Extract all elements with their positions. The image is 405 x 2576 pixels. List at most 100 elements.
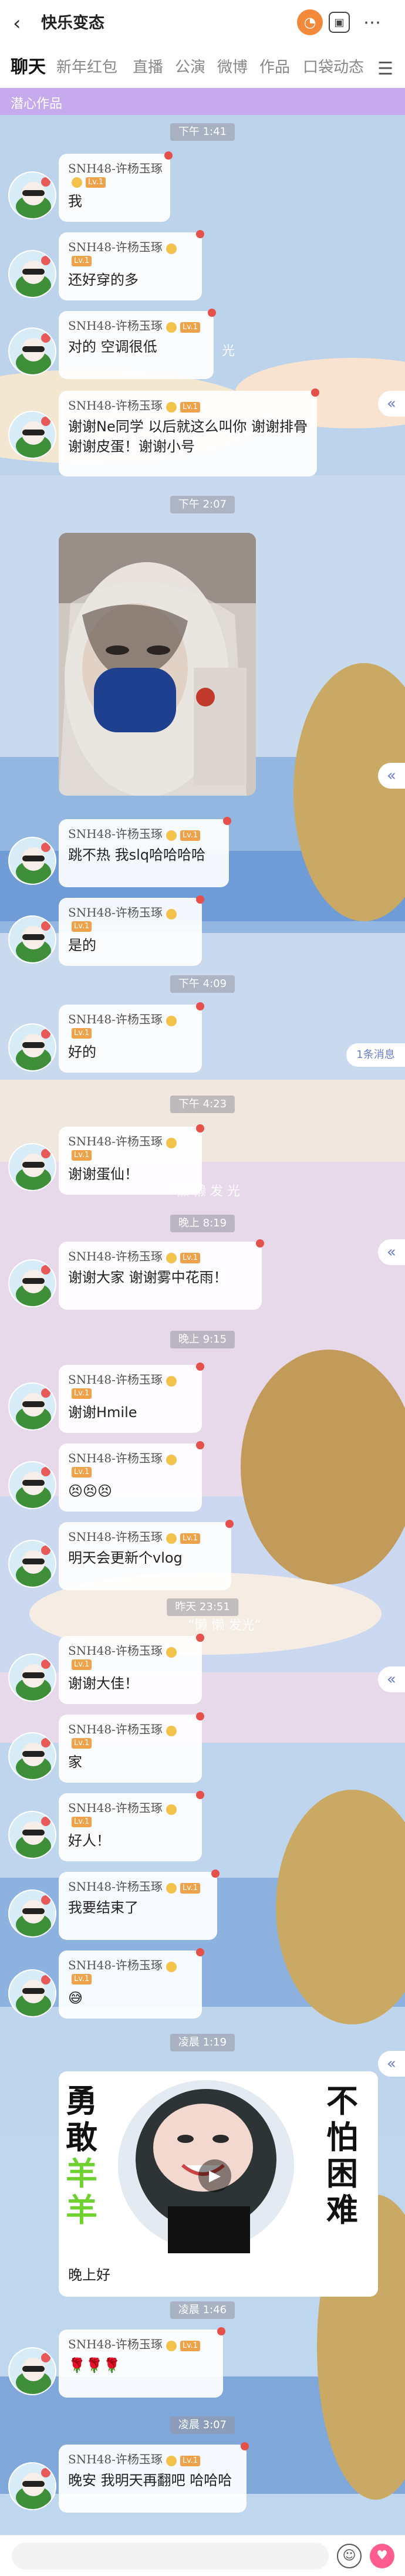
- chat-bubble[interactable]: SNH48-许杨玉琢Lv.1 还好穿的多: [59, 232, 202, 300]
- sender-name: SNH48-许杨玉琢: [68, 1451, 163, 1465]
- crown-badge-icon: [166, 1647, 177, 1658]
- more-icon[interactable]: ⋯: [359, 9, 385, 35]
- deco-text: “懒 懒 发光”: [188, 1618, 261, 1633]
- level-badge: Lv.1: [180, 830, 201, 841]
- crown-badge-icon: [166, 1454, 177, 1465]
- avatar[interactable]: [8, 1143, 56, 1191]
- side-collapse-button[interactable]: «: [378, 391, 405, 417]
- chat-bubble[interactable]: SNH48-许杨玉琢Lv.1 好的: [59, 1005, 202, 1073]
- pie-badge-icon[interactable]: ◔: [297, 9, 323, 35]
- new-message-indicator[interactable]: 1条消息: [346, 1043, 405, 1067]
- sticker-message[interactable]: 勇 敢 羊 羊 ▶ 不 怕 困 难 晚上好: [59, 2071, 378, 2297]
- room-title: 快乐变态: [41, 14, 104, 32]
- chat-bubble[interactable]: SNH48-许杨玉琢 Lv.1 谢谢蛋仙！: [59, 1127, 202, 1195]
- chat-bubble[interactable]: SNH48-许杨玉琢 Lv.1 跳不热 我slq哈哈哈哈: [59, 819, 229, 887]
- video-icon[interactable]: ▶: [198, 2159, 231, 2192]
- chat-bubble[interactable]: SNH48-许杨玉琢 Lv.1 明天会更新个vlog: [59, 1522, 231, 1590]
- side-collapse-button[interactable]: «: [378, 2051, 405, 2077]
- avatar[interactable]: [8, 837, 56, 885]
- level-badge: Lv.1: [72, 255, 92, 266]
- chat-bubble[interactable]: SNH48-许杨玉琢Lv.1 家: [59, 1715, 202, 1783]
- avatar[interactable]: [8, 2462, 56, 2510]
- tab-live[interactable]: 直播: [133, 58, 163, 77]
- photo-message[interactable]: [59, 533, 256, 796]
- avatar[interactable]: [8, 327, 56, 376]
- tab-chat[interactable]: 聊天: [11, 58, 46, 77]
- gift-button-icon[interactable]: ♥: [370, 2544, 394, 2568]
- avatar[interactable]: [8, 171, 56, 219]
- gift-icon[interactable]: ▣: [329, 12, 350, 33]
- avatar[interactable]: [8, 1023, 56, 1071]
- avatar[interactable]: [8, 1732, 56, 1780]
- side-collapse-button[interactable]: «: [378, 1666, 405, 1692]
- level-badge: Lv.1: [180, 322, 201, 333]
- crown-badge-icon: [166, 1961, 177, 1972]
- section-bar-label: 潜心作品: [11, 97, 63, 111]
- avatar[interactable]: [8, 1382, 56, 1431]
- chat-bubble[interactable]: SNH48-许杨玉琢 Lv.1 谢谢大家 谢谢雾中花雨！: [59, 1242, 262, 1310]
- pin-dot-icon: [164, 151, 173, 160]
- chat-bubble[interactable]: SNH48-许杨玉琢 Lv.1 谢谢Ne同学 以后就这么叫你 谢谢排骨 谢谢皮蛋！谢…: [59, 391, 317, 476]
- avatar[interactable]: [8, 1654, 56, 1702]
- tab-pocket-feed[interactable]: 口袋动态: [303, 58, 366, 77]
- pin-dot-icon: [196, 1441, 204, 1449]
- crown-badge-icon: [166, 1137, 177, 1148]
- crown-badge-icon: [166, 1882, 177, 1894]
- level-badge: Lv.1: [72, 1466, 92, 1478]
- avatar[interactable]: [8, 915, 56, 964]
- message-text: 晚安 我明天再翻吧 哈哈哈: [68, 2472, 232, 2489]
- crown-badge-icon: [166, 2340, 177, 2351]
- chat-bubble[interactable]: SNH48-许杨玉琢Lv.1 好人！: [59, 1793, 202, 1861]
- chat-bubble[interactable]: SNH48-许杨玉琢 Lv.1 是的: [59, 898, 202, 966]
- chat-bubble[interactable]: SNH48-许杨玉琢Lv.1 谢谢Hmile: [59, 1365, 202, 1433]
- avatar[interactable]: [8, 250, 56, 298]
- chat-bubble[interactable]: SNH48-许杨玉琢Lv.1 😅: [59, 1950, 202, 2019]
- message-text: 谢谢Hmile: [68, 1404, 137, 1421]
- tab-performance[interactable]: 公演: [175, 58, 205, 77]
- photo-image: [59, 533, 256, 796]
- time-stamp: 下午 4:23: [170, 1096, 235, 1113]
- menu-icon[interactable]: ☰: [377, 59, 393, 79]
- pin-dot-icon: [196, 895, 204, 904]
- crown-badge-icon: [166, 243, 177, 254]
- avatar[interactable]: [8, 1461, 56, 1509]
- avatar[interactable]: [8, 411, 56, 459]
- tab-works[interactable]: 作品: [259, 58, 290, 77]
- side-collapse-button[interactable]: «: [378, 763, 405, 789]
- side-collapse-button[interactable]: «: [378, 1239, 405, 1265]
- message-text: 🌹🌹🌹: [68, 2357, 121, 2374]
- avatar[interactable]: [8, 1259, 56, 1307]
- chat-bubble[interactable]: SNH48-许杨玉琢 Lv.1 我: [59, 154, 170, 222]
- pin-dot-icon: [256, 1239, 264, 1248]
- chat-bubble[interactable]: SNH48-许杨玉琢 Lv.1 🌹🌹🌹: [59, 2330, 223, 2398]
- sticker-char: 敢: [66, 2119, 97, 2156]
- chat-bubble[interactable]: SNH48-许杨玉琢 Lv.1 晚安 我明天再翻吧 哈哈哈: [59, 2445, 247, 2513]
- pin-dot-icon: [196, 1791, 204, 1799]
- crown-badge-icon: [166, 322, 177, 333]
- crown-badge-icon: [166, 1252, 177, 1263]
- message-input[interactable]: [12, 2543, 329, 2570]
- pin-dot-icon: [196, 1948, 204, 1956]
- avatar[interactable]: [8, 1889, 56, 1938]
- chat-bubble[interactable]: SNH48-许杨玉琢Lv.1 谢谢大佳！: [59, 1636, 202, 1704]
- time-stamp: 昨天 23:51: [167, 1598, 238, 1616]
- avatar[interactable]: [8, 2347, 56, 2395]
- avatar[interactable]: [8, 1540, 56, 1588]
- bottom-input-bar: ☺ ♥: [0, 2535, 405, 2576]
- sticker-char: 羊: [66, 2155, 97, 2192]
- message-text: 谢谢Ne同学 以后就这么叫你 谢谢排骨 谢谢皮蛋！谢谢小号: [68, 418, 308, 455]
- message-text: 晚上好: [68, 2267, 110, 2283]
- tab-red-packet[interactable]: 新年红包: [56, 58, 117, 77]
- chat-bubble[interactable]: SNH48-许杨玉琢 Lv.1 我要结束了: [59, 1872, 217, 1940]
- pin-dot-icon: [196, 1634, 204, 1642]
- tab-weibo[interactable]: 微博: [217, 58, 248, 77]
- chevron-left-icon[interactable]: ‹: [13, 12, 21, 35]
- avatar[interactable]: [8, 1811, 56, 1859]
- pin-dot-icon: [196, 1124, 204, 1133]
- emoji-icon[interactable]: ☺: [337, 2544, 362, 2568]
- message-text: 跳不热 我slq哈哈哈哈: [68, 847, 206, 863]
- pin-dot-icon: [196, 1363, 204, 1371]
- chat-bubble[interactable]: SNH48-许杨玉琢 Lv.1 对的 空调很低: [59, 311, 214, 379]
- avatar[interactable]: [8, 1969, 56, 2017]
- chat-bubble[interactable]: SNH48-许杨玉琢Lv.1 😣😣😣: [59, 1443, 202, 1512]
